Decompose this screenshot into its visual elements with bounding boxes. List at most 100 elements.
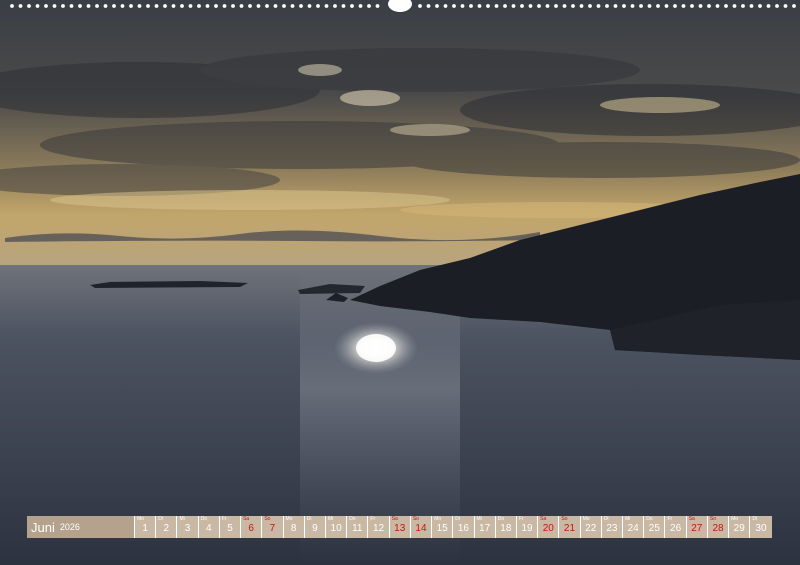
binding-hole <box>503 4 507 8</box>
binding-hole <box>188 4 193 8</box>
sunset-coast-photo <box>0 0 800 565</box>
hanger-hole <box>388 0 412 12</box>
binding-hole <box>571 4 575 8</box>
binding-hole <box>562 4 567 8</box>
binding-hole <box>214 4 218 8</box>
day-cell: Di 23 <box>601 516 624 538</box>
binding-hole <box>724 4 728 8</box>
day-number: 5 <box>227 523 233 534</box>
calendar-strip: Juni 2026 Mo 1 Di 2 Mi 3 Do 4 Fr 5 Sa 6 So 7 Mo 8 Di 9 Mi 1… <box>27 516 773 538</box>
binding-hole <box>316 4 320 8</box>
day-number: 12 <box>372 523 385 534</box>
day-list: Mo 1 Di 2 Mi 3 Do 4 Fr 5 Sa 6 So 7 Mo 8 Di 9 Mi 10 Do 11 Fr 12 S… <box>135 516 772 538</box>
binding-hole <box>256 4 261 8</box>
weekday-label: Fr <box>221 516 227 522</box>
day-cell: So 28 <box>707 516 730 538</box>
binding-hole <box>588 4 592 8</box>
day-cell: Sa 20 <box>538 516 560 538</box>
weekday-label: Di <box>158 516 163 522</box>
day-number: 28 <box>712 523 724 534</box>
binding-hole <box>341 4 346 8</box>
day-cell: Di 30 <box>750 516 772 538</box>
weekday-label: Sa <box>391 516 398 522</box>
day-number: 17 <box>479 523 491 534</box>
day-number: 4 <box>205 523 212 534</box>
day-number: 15 <box>436 523 448 534</box>
binding-hole <box>545 4 550 8</box>
binding-hole <box>265 4 269 8</box>
day-cell: Di 16 <box>453 516 475 538</box>
binding-hole <box>78 4 82 8</box>
binding-hole <box>112 4 116 8</box>
weekday-label: Mi <box>476 516 482 522</box>
binding-hole <box>596 4 601 8</box>
day-cell: Fr 26 <box>665 516 687 538</box>
weekday-label: Fr <box>370 516 376 522</box>
binding-hole <box>231 4 235 8</box>
day-number: 25 <box>648 523 660 534</box>
binding-hole <box>707 4 711 8</box>
binding-hole <box>579 4 584 8</box>
binding-hole <box>146 4 150 8</box>
day-cell: Mo 29 <box>729 516 751 538</box>
binding-hole <box>375 4 380 8</box>
binding-hole <box>673 4 677 8</box>
binding-hole <box>154 4 159 8</box>
binding-hole <box>622 4 626 8</box>
binding-hole <box>656 4 660 8</box>
day-number: 8 <box>290 523 297 534</box>
month-year: 2026 <box>59 522 80 532</box>
binding-hole <box>732 4 737 8</box>
month-name: Juni <box>31 519 55 535</box>
binding-hole <box>452 4 456 8</box>
day-cell: Di 9 <box>304 516 326 538</box>
day-cell: Fr 5 <box>219 516 242 538</box>
binding-hole <box>205 4 210 8</box>
binding-hole <box>681 4 686 8</box>
day-number: 3 <box>184 523 191 534</box>
binding-hole <box>426 4 431 8</box>
binding-hole <box>486 4 490 8</box>
day-cell: Do 11 <box>347 516 369 538</box>
binding-hole <box>698 4 703 8</box>
weekday-label: So <box>709 516 717 522</box>
day-cell: Sa 6 <box>241 516 263 538</box>
binding-hole <box>248 4 252 8</box>
day-cell: Mo 22 <box>580 516 602 538</box>
binding-hole <box>120 4 125 8</box>
binding-hole <box>273 4 278 8</box>
day-number: 22 <box>585 523 597 534</box>
calendar-page: Juni 2026 Mo 1 Di 2 Mi 3 Do 4 Fr 5 Sa 6 So 7 Mo 8 Di 9 Mi 1… <box>0 0 800 565</box>
binding-hole <box>239 4 244 8</box>
binding-hole <box>44 4 48 8</box>
binding-hole <box>163 4 167 8</box>
binding-hole <box>129 4 133 8</box>
weekday-label: Do <box>349 516 356 522</box>
day-number: 19 <box>521 523 533 534</box>
weekday-label: Mo <box>582 516 590 522</box>
binding-hole <box>775 4 779 8</box>
day-number: 6 <box>248 523 254 534</box>
weekday-label: Mi <box>625 516 631 522</box>
binding-hole <box>783 4 788 8</box>
weekday-label: Fr <box>667 516 673 522</box>
binding-hole <box>367 4 371 8</box>
weekday-label: Fr <box>518 516 524 522</box>
binding-hole <box>613 4 618 8</box>
binding-hole <box>27 4 31 8</box>
weekday-label: Mo <box>285 516 293 522</box>
day-cell: So 21 <box>559 516 581 538</box>
binding-hole <box>18 4 23 8</box>
binding-hole <box>333 4 337 8</box>
binding-hole <box>749 4 754 8</box>
weekday-label: Do <box>200 516 208 522</box>
wire-binding <box>10 0 796 12</box>
weekday-label: So <box>561 516 568 522</box>
binding-hole <box>605 4 609 8</box>
day-number: 18 <box>500 523 512 534</box>
weekday-label: Sa <box>540 516 547 522</box>
day-cell: Mo 1 <box>135 516 157 538</box>
day-number: 26 <box>670 523 682 534</box>
binding-hole <box>477 4 482 8</box>
month-label: Juni 2026 <box>27 516 135 538</box>
